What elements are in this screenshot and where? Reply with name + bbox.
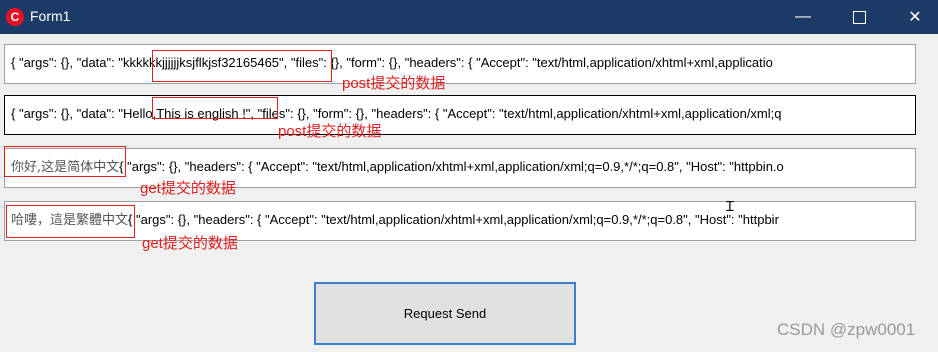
text-cursor-icon: Ɪ (726, 198, 734, 214)
highlight-box (4, 146, 126, 177)
request-send-button[interactable]: Request Send (314, 282, 576, 345)
maximize-button[interactable] (836, 0, 882, 34)
response-line: 你好,这是简体中文{ "args": {}, "headers": { "Acc… (11, 157, 784, 178)
watermark: CSDN @zpw0001 (777, 320, 916, 339)
response-text: { "args": {}, "data": "kkkkkkjjjjjjksjfl… (11, 55, 773, 70)
response-text: { "args": {}, "headers": { "Accept": "te… (119, 159, 784, 174)
close-icon: ✕ (908, 9, 922, 26)
annotation-label: post提交的数据 (278, 123, 382, 140)
title-bar: C Form1 — ✕ (0, 0, 938, 34)
response-text: { "args": {}, "data": "Hello,This is eng… (11, 106, 782, 121)
app-icon: C (6, 8, 24, 26)
response-textbox-1[interactable]: { "args": {}, "data": "kkkkkkjjjjjjksjfl… (4, 44, 916, 84)
response-textbox-2[interactable]: { "args": {}, "data": "Hello,This is eng… (4, 95, 916, 135)
maximize-icon (852, 10, 866, 24)
annotation-label: get提交的数据 (140, 180, 236, 197)
highlight-box (6, 205, 135, 238)
minimize-button[interactable]: — (780, 0, 826, 34)
close-button[interactable]: ✕ (892, 0, 938, 34)
window-title: Form1 (30, 8, 71, 24)
annotation-label: post提交的数据 (342, 75, 446, 92)
annotation-label: get提交的数据 (142, 235, 238, 252)
highlight-box (152, 97, 278, 119)
minimize-icon: — (795, 8, 811, 25)
response-text: { "args": {}, "headers": { "Accept": "te… (128, 212, 779, 227)
response-textbox-4[interactable]: 哈嘍，這是繁體中文{ "args": {}, "headers": { "Acc… (4, 201, 916, 241)
highlight-box (152, 50, 332, 82)
